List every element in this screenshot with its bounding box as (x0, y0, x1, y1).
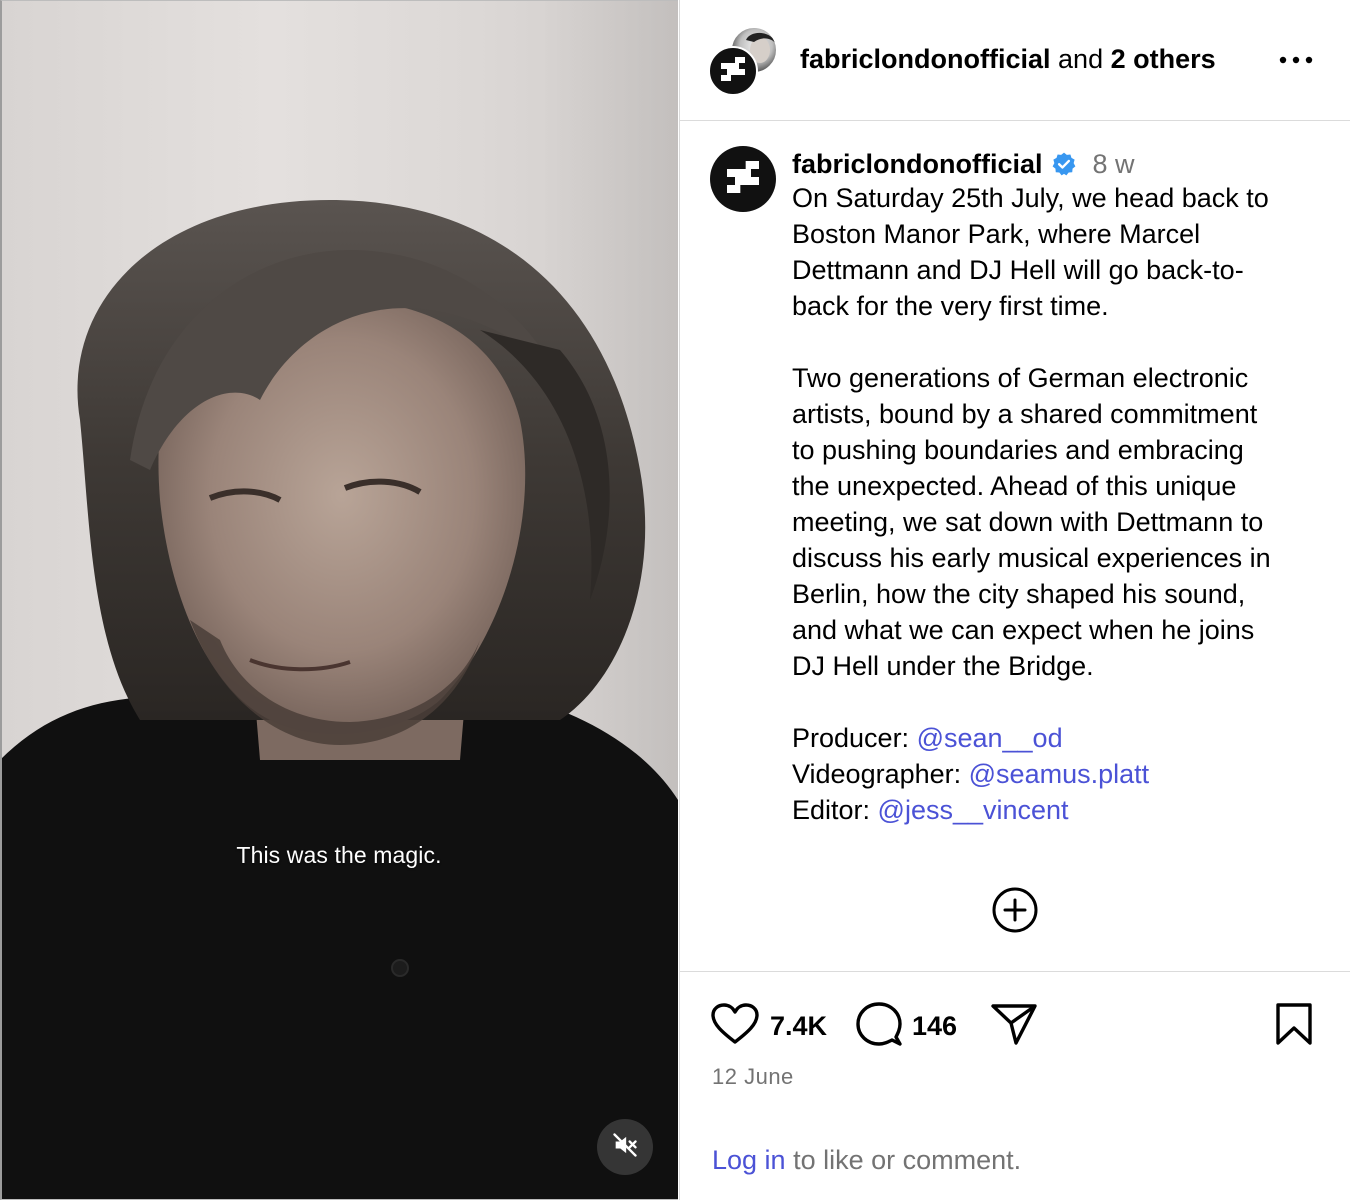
more-horizontal-icon (1279, 51, 1313, 69)
mute-toggle-button[interactable] (597, 1119, 653, 1175)
action-bar: 7.4K 146 (710, 1001, 1330, 1052)
post-media-video[interactable]: This was the magic. (0, 0, 678, 1200)
header-title: fabriclondonofficial and 2 others (800, 44, 1216, 75)
fabric-logo-icon (718, 54, 748, 89)
comment-group: 146 (856, 1001, 957, 1052)
caption-line: the unexpected. Ahead of this unique (792, 471, 1237, 501)
credit-producer: Producer: @sean__od (792, 720, 1332, 756)
caption-line: On Saturday 25th July, we head back to (792, 183, 1269, 213)
header-username[interactable]: fabriclondonofficial (800, 44, 1051, 74)
like-group: 7.4K (710, 1002, 827, 1050)
post-time[interactable]: 8 w (1093, 149, 1135, 180)
speaker-muted-icon (611, 1131, 639, 1164)
post-date[interactable]: 12 June (712, 1064, 794, 1090)
caption-line: Berlin, how the city shaped his sound, (792, 579, 1246, 609)
credit-label: Editor: (792, 795, 878, 825)
login-rest: to like or comment. (785, 1145, 1022, 1175)
post-author-avatar[interactable] (710, 146, 776, 212)
send-icon[interactable] (990, 1002, 1038, 1051)
caption-line: to pushing boundaries and embracing (792, 435, 1244, 465)
plus-circle-icon (991, 887, 1039, 938)
load-more-comments-button[interactable] (991, 886, 1039, 934)
video-frame-person (0, 200, 678, 1200)
caption-line: artists, bound by a shared commitment (792, 399, 1258, 429)
fabric-logo-icon (723, 157, 763, 202)
post-username[interactable]: fabriclondonofficial (792, 149, 1043, 180)
credit-videographer: Videographer: @seamus.platt (792, 756, 1332, 792)
login-link[interactable]: Log in (712, 1145, 786, 1175)
login-prompt: Log in to like or comment. (712, 1145, 1021, 1176)
verified-badge-icon (1051, 151, 1077, 177)
credit-label: Producer: (792, 723, 917, 753)
video-caption: This was the magic. (236, 842, 442, 868)
post-meta: fabriclondonofficial 8 w (792, 148, 1332, 180)
caption-line: discuss his early musical experiences in (792, 543, 1271, 573)
heart-icon[interactable] (710, 1002, 760, 1051)
caption-line: and what we can expect when he joins (792, 615, 1255, 645)
credit-label: Videographer: (792, 759, 969, 789)
mention-link[interactable]: @jess__vincent (878, 795, 1069, 825)
save-group (1274, 1002, 1314, 1050)
caption-line: DJ Hell under the Bridge. (792, 651, 1094, 681)
mention-link[interactable]: @seamus.platt (969, 759, 1149, 789)
divider (680, 971, 1350, 972)
header-others[interactable]: 2 others (1111, 44, 1216, 74)
like-count[interactable]: 7.4K (770, 1011, 827, 1042)
more-options-button[interactable] (1276, 46, 1316, 74)
caption-line: Two generations of German electronic (792, 363, 1249, 393)
post-header: fabriclondonofficial and 2 others (680, 0, 1350, 121)
fabric-logo-avatar[interactable] (708, 46, 758, 96)
post-caption-text: On Saturday 25th July, we head back to B… (792, 180, 1332, 828)
share-group (990, 1002, 1038, 1050)
bookmark-icon[interactable] (1274, 1002, 1314, 1051)
caption-line: meeting, we sat down with Dettmann to (792, 507, 1264, 537)
comment-count[interactable]: 146 (912, 1011, 957, 1042)
caption-line: Boston Manor Park, where Marcel (792, 219, 1201, 249)
header-and: and (1058, 44, 1104, 74)
post-body: fabriclondonofficial 8 w On Saturday 25t… (792, 148, 1332, 828)
post-side-panel: fabriclondonofficial and 2 others fabric… (679, 0, 1350, 1200)
collab-avatars[interactable] (708, 26, 778, 96)
comment-icon[interactable] (856, 1001, 902, 1052)
caption-line: Dettmann and DJ Hell will go back-to- (792, 255, 1244, 285)
credit-editor: Editor: @jess__vincent (792, 792, 1332, 828)
mention-link[interactable]: @sean__od (917, 723, 1063, 753)
caption-line: back for the very first time. (792, 291, 1109, 321)
